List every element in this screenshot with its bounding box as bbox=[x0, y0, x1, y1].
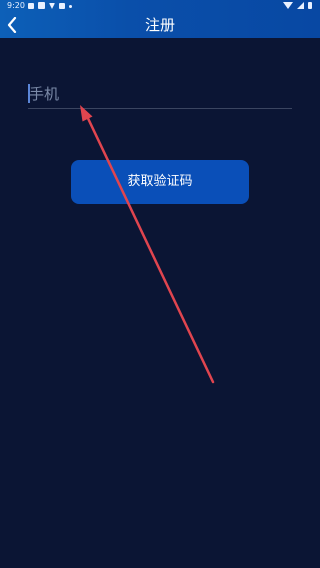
battery-icon bbox=[308, 2, 312, 9]
signal-icon bbox=[297, 2, 304, 9]
field-underline bbox=[28, 108, 292, 109]
app-icon bbox=[38, 2, 45, 9]
wifi-icon bbox=[283, 2, 293, 9]
download-icon bbox=[49, 2, 55, 9]
page-title: 注册 bbox=[144, 16, 175, 34]
status-icons-right bbox=[283, 2, 312, 9]
phone-field[interactable] bbox=[28, 80, 293, 110]
status-time: 9:20 bbox=[7, 1, 25, 10]
get-verification-code-button[interactable]: 获取验证码 bbox=[71, 160, 249, 204]
top-bar: 9:20 注册 bbox=[0, 0, 320, 38]
status-icons-left bbox=[28, 2, 72, 9]
app-bar: 注册 bbox=[0, 12, 320, 38]
screenshot-icon bbox=[59, 2, 65, 9]
image-icon bbox=[28, 2, 34, 9]
dot-icon bbox=[69, 5, 72, 8]
phone-input[interactable] bbox=[28, 80, 293, 108]
status-bar: 9:20 bbox=[0, 0, 320, 12]
annotation-arrow-line bbox=[83, 110, 215, 384]
